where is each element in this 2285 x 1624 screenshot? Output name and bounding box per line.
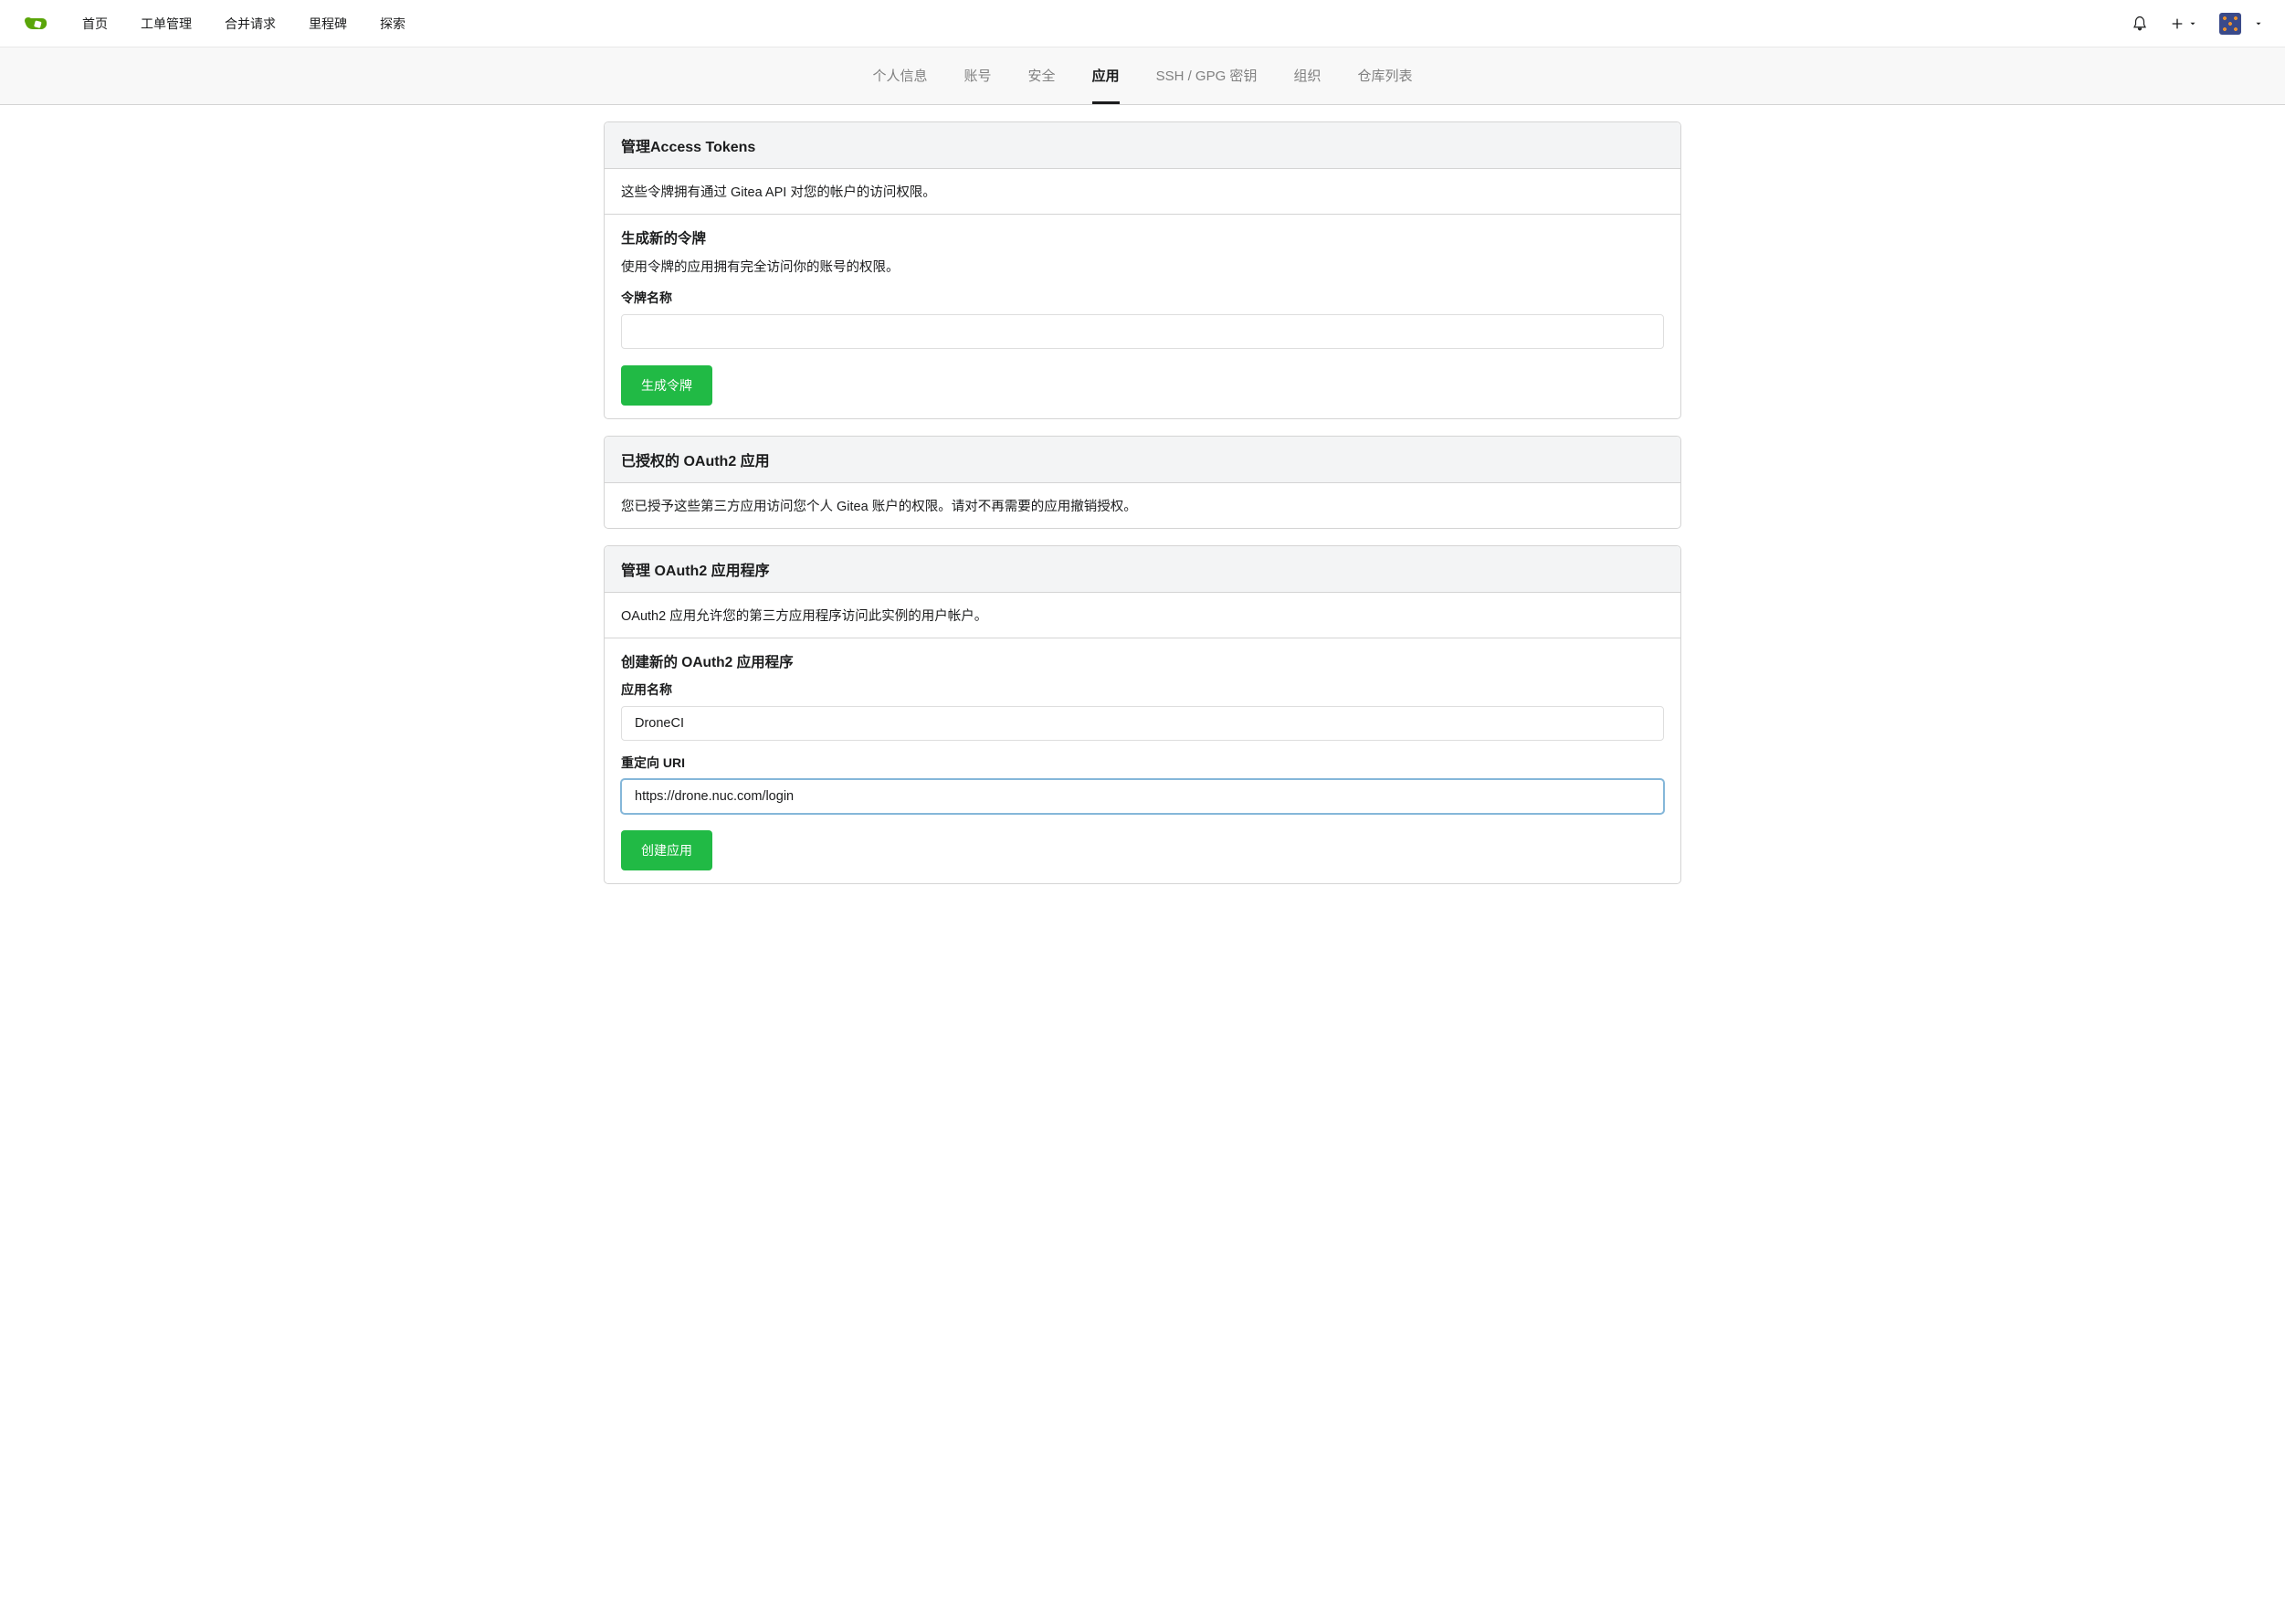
- access-tokens-header: 管理Access Tokens: [605, 122, 1680, 169]
- nav-right: [2132, 13, 2263, 35]
- create-oauth-title: 创建新的 OAuth2 应用程序: [621, 651, 1664, 671]
- create-oauth-section: 创建新的 OAuth2 应用程序 应用名称 重定向 URI 创建应用: [605, 638, 1680, 883]
- redirect-uri-input[interactable]: [621, 779, 1664, 814]
- bell-icon: [2132, 16, 2148, 32]
- generate-token-section: 生成新的令牌 使用令牌的应用拥有完全访问你的账号的权限。 令牌名称 生成令牌: [605, 215, 1680, 418]
- nav-issues[interactable]: 工单管理: [141, 15, 192, 33]
- caret-down-icon: [2254, 19, 2263, 28]
- authorized-oauth-header: 已授权的 OAuth2 应用: [605, 437, 1680, 483]
- generate-token-desc: 使用令牌的应用拥有完全访问你的账号的权限。: [621, 257, 1664, 276]
- tab-security[interactable]: 安全: [1028, 66, 1056, 104]
- tab-account[interactable]: 账号: [964, 66, 992, 104]
- create-dropdown[interactable]: [2170, 16, 2197, 31]
- tab-repositories[interactable]: 仓库列表: [1357, 66, 1412, 104]
- app-name-input[interactable]: [621, 706, 1664, 741]
- generate-token-title: 生成新的令牌: [621, 227, 1664, 248]
- app-name-label: 应用名称: [621, 680, 1664, 699]
- manage-oauth-panel: 管理 OAuth2 应用程序 OAuth2 应用允许您的第三方应用程序访问此实例…: [604, 545, 1681, 884]
- settings-sub-nav: 个人信息 账号 安全 应用 SSH / GPG 密钥 组织 仓库列表: [0, 47, 2285, 105]
- user-dropdown[interactable]: [2219, 13, 2263, 35]
- nav-left: 首页 工单管理 合并请求 里程碑 探索: [22, 13, 405, 35]
- authorized-oauth-panel: 已授权的 OAuth2 应用 您已授予这些第三方应用访问您个人 Gitea 账户…: [604, 436, 1681, 529]
- gitea-logo-icon[interactable]: [22, 13, 49, 35]
- create-app-button[interactable]: 创建应用: [621, 830, 712, 870]
- tab-ssh-gpg[interactable]: SSH / GPG 密钥: [1156, 66, 1258, 104]
- manage-oauth-desc: OAuth2 应用允许您的第三方应用程序访问此实例的用户帐户。: [605, 593, 1680, 638]
- tab-profile[interactable]: 个人信息: [873, 66, 928, 104]
- notifications-button[interactable]: [2132, 16, 2148, 32]
- token-name-input[interactable]: [621, 314, 1664, 349]
- tab-organizations[interactable]: 组织: [1293, 66, 1321, 104]
- plus-icon: [2170, 16, 2185, 31]
- generate-token-button[interactable]: 生成令牌: [621, 365, 712, 406]
- content: 管理Access Tokens 这些令牌拥有通过 Gitea API 对您的帐户…: [596, 121, 1689, 884]
- nav-pulls[interactable]: 合并请求: [225, 15, 276, 33]
- tab-applications[interactable]: 应用: [1092, 66, 1120, 104]
- avatar: [2219, 13, 2241, 35]
- caret-down-icon: [2188, 19, 2197, 28]
- nav-milestones[interactable]: 里程碑: [309, 15, 347, 33]
- redirect-uri-label: 重定向 URI: [621, 754, 1664, 772]
- access-tokens-desc: 这些令牌拥有通过 Gitea API 对您的帐户的访问权限。: [605, 169, 1680, 215]
- top-nav: 首页 工单管理 合并请求 里程碑 探索: [0, 0, 2285, 47]
- token-name-label: 令牌名称: [621, 289, 1664, 307]
- nav-home[interactable]: 首页: [82, 15, 108, 33]
- access-tokens-panel: 管理Access Tokens 这些令牌拥有通过 Gitea API 对您的帐户…: [604, 121, 1681, 419]
- manage-oauth-header: 管理 OAuth2 应用程序: [605, 546, 1680, 593]
- nav-explore[interactable]: 探索: [380, 15, 405, 33]
- authorized-oauth-desc: 您已授予这些第三方应用访问您个人 Gitea 账户的权限。请对不再需要的应用撤销…: [605, 483, 1680, 528]
